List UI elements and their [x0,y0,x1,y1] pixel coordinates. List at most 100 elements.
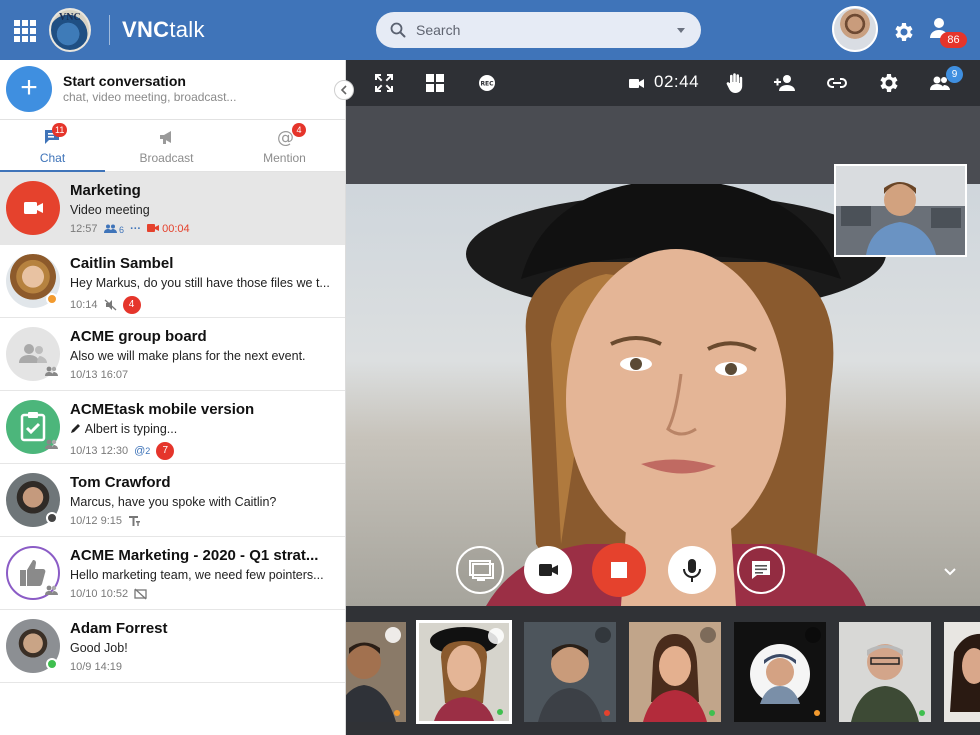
conversation-preview: Marcus, have you spoke with Caitlin? [70,495,277,509]
self-view-video[interactable] [834,164,967,257]
app-title-bold: VNC [122,17,170,42]
text-format-icon [129,516,140,526]
microphone-icon [683,559,701,582]
stop-icon [611,562,627,578]
mentions-number: 2 [145,446,151,456]
conversation-preview: Hello marketing team, we need few pointe… [70,568,324,582]
conversation-meta: 10/12 9:15 [70,515,141,527]
conversation-meta: 10:14 4 [70,296,141,314]
app-title: VNCtalk [122,17,205,43]
typing-indicator: Albert is typing... [84,422,178,436]
raise-hand-icon[interactable] [723,71,747,95]
conversation-preview: Hey Markus, do you still have those file… [70,276,330,290]
tab-broadcast[interactable]: Broadcast [114,120,219,172]
group-chat-icon [45,439,58,449]
chevron-down-icon[interactable] [942,566,958,578]
conversation-time: 10/13 16:07 [70,369,129,381]
conversation-sidebar: + Start conversation chat, video meeting… [0,60,346,735]
top-bar: VNC VNCtalk 86 [0,0,980,60]
muted-notifications-icon [104,299,116,311]
search-dropdown-icon[interactable] [677,28,685,33]
tab-chat-label: Chat [39,151,66,165]
status-indicator-busy [604,710,610,716]
call-settings-gear-icon[interactable] [877,71,901,95]
video-call-icon [147,224,160,232]
tab-mention-label: Mention [263,151,306,165]
apps-grid-icon[interactable] [14,20,36,42]
grid-view-icon[interactable] [423,71,447,95]
group-chat-icon [45,585,58,595]
conversation-item-adam-forrest[interactable]: Adam Forrest Good Job! 10/9 14:19 [0,610,345,683]
conversation-title: Adam Forrest [70,620,168,637]
mentions-count: @2 [134,445,151,457]
status-indicator-away [814,710,820,716]
collapse-sidebar-button[interactable] [334,80,354,100]
conversation-preview: Video meeting [70,203,150,217]
status-indicator-online [709,710,715,716]
conversation-title: ACMEtask mobile version [70,401,255,418]
video-camera-icon [539,564,558,576]
video-meeting-avatar [6,181,60,235]
toggle-camera-button[interactable] [524,546,572,594]
participant-thumbnail[interactable] [346,622,406,722]
conversation-time: 10/9 14:19 [70,661,122,673]
tab-mention[interactable]: @ 4 Mention [232,120,337,172]
muted-mic-icon [700,627,716,643]
main-video-stage [346,106,980,606]
participant-thumbnail-active[interactable] [416,620,512,724]
conversation-meta: 12:57 6 ··· 00:04 [70,223,190,235]
mention-tab-badge: 4 [292,123,306,137]
conversation-item-acme-marketing-2020[interactable]: ACME Marketing - 2020 - Q1 strat... Hell… [0,537,345,610]
status-indicator-online [46,658,58,670]
call-toolbar: REC 02:44 9 [346,60,980,106]
participant-video [944,622,980,722]
start-conversation-subtitle: chat, video meeting, broadcast... [63,90,237,104]
new-conversation-button[interactable]: + [6,66,52,112]
status-indicator-away [394,710,400,716]
participant-thumbnail[interactable] [839,622,931,722]
add-participant-icon[interactable] [773,71,797,95]
chat-tab-badge: 11 [52,123,68,137]
link-icon[interactable] [825,71,849,95]
settings-gear-icon[interactable] [892,20,916,44]
conversation-preview: Also we will make plans for the next eve… [70,349,306,363]
participant-thumbnail[interactable] [734,622,826,722]
message-icon [752,561,770,579]
muted-mic-icon [595,627,611,643]
conversation-item-acmetask-mobile[interactable]: ACMEtask mobile version Albert is typing… [0,391,345,464]
screen-share-button[interactable] [456,546,504,594]
self-view-feed [836,166,965,255]
chat-panel-button[interactable] [737,546,785,594]
conversation-item-acme-group-board[interactable]: ACME group board Also we will make plans… [0,318,345,391]
tab-chat[interactable]: 11 Chat [0,120,105,173]
record-label: REC [480,81,494,88]
participant-thumbnail[interactable] [524,622,616,722]
group-chat-icon [45,366,58,376]
record-icon[interactable]: REC [475,71,499,95]
video-camera-icon [629,79,644,88]
status-indicator-online [497,709,503,715]
video-call-panel: REC 02:44 9 [346,60,980,735]
start-conversation[interactable]: + Start conversation chat, video meeting… [0,60,345,120]
toggle-microphone-button[interactable] [668,546,716,594]
search-input[interactable] [416,20,656,40]
video-off-icon [805,627,821,643]
search-bar[interactable] [376,12,701,48]
participant-thumbnail[interactable] [629,622,721,722]
participant-video [839,622,931,722]
conversation-title: ACME group board [70,328,207,345]
conversation-title: Tom Crawford [70,474,171,491]
more-dots: ··· [130,223,142,235]
user-avatar[interactable] [832,6,878,52]
status-indicator-offline [46,512,58,524]
conversation-item-tom-crawford[interactable]: Tom Crawford Marcus, have you spoke with… [0,464,345,537]
conversation-item-caitlin-sambel[interactable]: Caitlin Sambel Hey Markus, do you still … [0,245,345,318]
unread-badge: 7 [156,442,175,460]
conversation-item-marketing[interactable]: Marketing Video meeting 12:57 6 ··· 00:0… [0,172,345,245]
conversation-meta: 10/9 14:19 [70,661,122,673]
company-logo: VNC [49,8,91,52]
fullscreen-icon[interactable] [372,71,396,95]
end-call-button[interactable] [592,543,646,597]
pencil-icon [71,424,80,433]
participant-thumbnail[interactable] [944,622,980,722]
